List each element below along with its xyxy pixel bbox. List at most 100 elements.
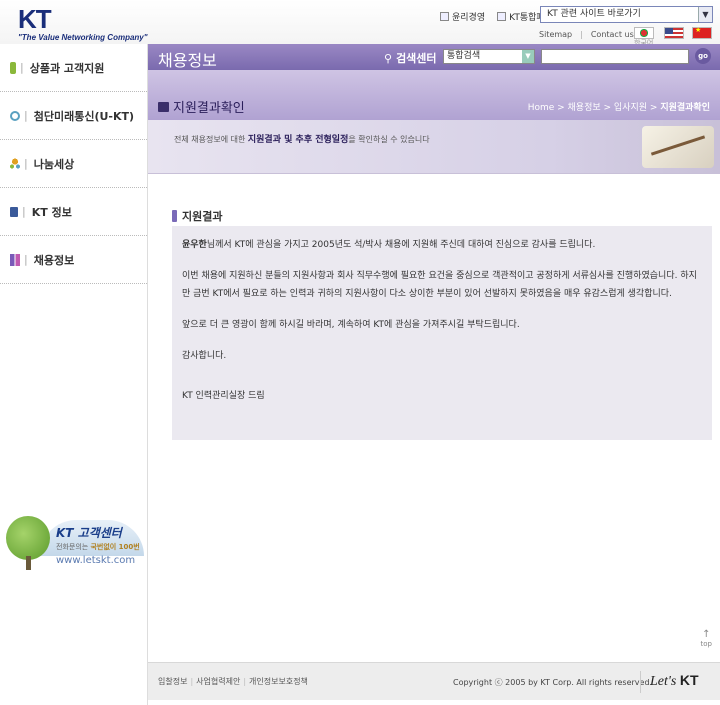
tree-icon [6, 516, 50, 560]
tree-trunk [26, 556, 31, 570]
pen-illustration [642, 126, 714, 168]
applicant-name: 윤우한 [182, 240, 207, 250]
page-header: 지원결과확인 Home > 채용정보 > 입사지원 > 지원결과확인 [148, 70, 720, 120]
ethics-link[interactable]: 윤리경영 [440, 10, 485, 23]
nav-label: 상품과 고객지원 [29, 61, 105, 75]
lang-chinese[interactable] [692, 26, 712, 39]
contact-link[interactable]: Contact us [591, 30, 634, 39]
divider: | [24, 253, 28, 266]
divider: | [24, 157, 28, 170]
letter-paragraph-4: 감사합니다. [182, 351, 227, 361]
letter-paragraph-1: 윤우한님께서 KT에 관심을 가지고 2005년도 석/박사 채용에 지원해 주… [182, 236, 702, 254]
utility-links: Sitemap | Contact us [539, 30, 634, 39]
chevron-down-icon: ▼ [698, 7, 712, 22]
divider: | [20, 61, 24, 74]
folder-icon [158, 101, 169, 112]
chevron-down-icon: ▼ [522, 50, 534, 63]
main-content: 채용정보 ⚲ 검색센터 통합검색 ▼ go 지원결과확인 Home > 채용정보 … [147, 44, 720, 705]
ethics-label: 윤리경영 [452, 13, 486, 23]
result-letter: 윤우한님께서 KT에 관심을 가지고 2005년도 석/박사 채용에 지원해 주… [172, 226, 712, 440]
banner-title: KT 고객센터 [56, 526, 122, 540]
nav-label: 채용정보 [33, 253, 75, 267]
nav-item-sharing[interactable]: | 나눔세상 [0, 140, 147, 188]
checkbox-icon [497, 12, 507, 21]
footer: 입찰정보 | 사업협력제안 | 개인정보보호정책 Copyright ⓒ 2005 by… [148, 662, 720, 700]
users-icon [10, 253, 20, 266]
people-icon [10, 157, 20, 170]
search-center-label: ⚲ 검색센터 [384, 50, 437, 66]
divider: | [24, 109, 28, 122]
top-label: top [700, 640, 712, 648]
customer-center-banner[interactable]: KT 고객센터 전화문의는 국번없이 100번 www.letskt.com [0, 506, 147, 586]
heading-marker [172, 210, 177, 222]
divider: | [243, 677, 247, 686]
divider: | [22, 205, 26, 218]
logo-tagline: "The Value Networking Company" [18, 33, 148, 42]
top-links: 윤리경영 KT통합패널 [440, 10, 553, 23]
divider: | [190, 677, 194, 686]
footer-link-partnership[interactable]: 사업협력제안 [196, 677, 240, 686]
search-go-button[interactable]: go [695, 48, 711, 64]
side-navigation: | 상품과 고객지원 | 첨단미래통신(U-KT) | 나눔세상 | KT 정보… [0, 44, 147, 705]
search-icon: ⚲ [384, 52, 393, 65]
banner-subtitle: 전화문의는 국번없이 100번 [56, 542, 140, 552]
china-flag-icon [692, 26, 712, 39]
page-title: 지원결과확인 [158, 97, 245, 116]
related-sites-value: KT 관련 사이트 바로가기 [547, 9, 641, 19]
intro-bold: 지원결과 및 추후 전형일정 [247, 135, 349, 145]
kt-logo[interactable]: KT "The Value Networking Company" [18, 6, 148, 42]
intro-prefix: 전체 채용정보에 대한 [174, 135, 248, 144]
nav-item-u-kt[interactable]: | 첨단미래통신(U-KT) [0, 92, 147, 140]
nav-label: 나눔세상 [33, 157, 75, 171]
top-header: KT "The Value Networking Company" 윤리경영 K… [0, 0, 720, 44]
footer-link-privacy[interactable]: 개인정보보호정책 [249, 677, 308, 686]
nav-label: 첨단미래통신(U-KT) [33, 109, 135, 123]
letter-p1-text: 님께서 KT에 관심을 가지고 2005년도 석/박사 채용에 지원해 주신데 … [206, 240, 596, 250]
nav-item-kt-info[interactable]: | KT 정보 [0, 188, 147, 236]
intro-suffix: 을 확인하실 수 있습니다 [348, 135, 430, 144]
search-scope-value: 통합검색 [447, 51, 481, 61]
breadcrumb-recruit[interactable]: 채용정보 [568, 103, 601, 113]
sitemap-link[interactable]: Sitemap [539, 30, 572, 39]
intro-text: 전체 채용정보에 대한 지원결과 및 추후 전형일정을 확인하실 수 있습니다 [174, 132, 430, 145]
breadcrumb: Home > 채용정보 > 입사지원 > 지원결과확인 [527, 103, 710, 113]
nav-item-products[interactable]: | 상품과 고객지원 [0, 44, 147, 92]
breadcrumb-home[interactable]: Home [528, 103, 555, 113]
kt-text: KT [679, 672, 699, 688]
breadcrumb-current: 지원결과확인 [660, 103, 710, 113]
document-icon [10, 206, 18, 217]
lets-text: Let's [650, 674, 677, 689]
phone-icon [10, 61, 16, 74]
content-heading-text: 지원결과 [182, 210, 223, 223]
intro-band: 전체 채용정보에 대한 지원결과 및 추후 전형일정을 확인하실 수 있습니다 [148, 120, 720, 174]
section-bar: 채용정보 ⚲ 검색센터 통합검색 ▼ go [148, 44, 720, 70]
arrow-up-icon: ↑ [702, 629, 711, 640]
lang-english[interactable] [664, 27, 684, 39]
lets-kt-logo: Let's KT [650, 672, 699, 690]
related-sites-select[interactable]: KT 관련 사이트 바로가기 ▼ [540, 6, 713, 23]
divider: | [580, 30, 583, 39]
letter-paragraph-3: 앞으로 더 큰 영광이 함께 하시길 바라며, 계속하여 KT에 관심을 가져주… [182, 320, 520, 330]
nav-item-recruit[interactable]: | 채용정보 [0, 236, 147, 284]
copyright: Copyright ⓒ 2005 by KT Corp. All rights … [453, 678, 653, 687]
back-to-top-link[interactable]: ↑ top [700, 629, 712, 649]
search-label-text: 검색센터 [396, 52, 437, 65]
banner-url: www.letskt.com [56, 555, 136, 566]
us-flag-icon [664, 27, 684, 39]
nav-label: KT 정보 [31, 205, 72, 219]
letter-paragraph-2: 이번 채용에 지원하신 분들의 지원사항과 회사 직무수행에 필요한 요건을 중… [182, 271, 697, 299]
letter-signature: KT 인력관리실장 드림 [182, 391, 265, 401]
page-title-text: 지원결과확인 [173, 101, 245, 116]
checkbox-icon [440, 12, 449, 21]
breadcrumb-apply[interactable]: 입사지원 [614, 103, 647, 113]
signal-icon [10, 110, 20, 121]
logo-mark: KT [18, 4, 52, 34]
section-title: 채용정보 [158, 51, 217, 70]
content-heading: 지원결과 [172, 208, 222, 224]
banner-sub-highlight: 국번없이 100번 [90, 543, 140, 551]
search-input[interactable] [541, 49, 689, 64]
footer-links: 입찰정보 | 사업협력제안 | 개인정보보호정책 [158, 676, 308, 687]
footer-link-bids[interactable]: 입찰정보 [158, 677, 187, 686]
banner-sub-prefix: 전화문의는 [56, 543, 91, 551]
search-scope-select[interactable]: 통합검색 ▼ [443, 49, 535, 64]
